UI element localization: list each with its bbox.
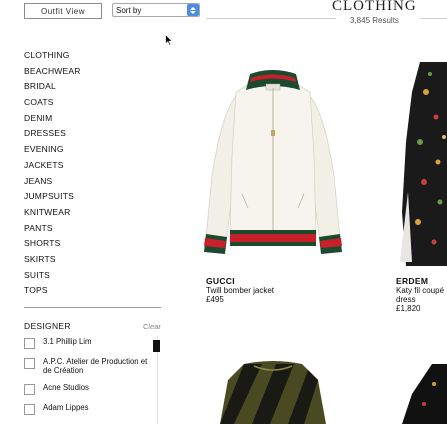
designer-filter-title: DESIGNER [24, 321, 71, 331]
sort-by-select[interactable]: Sort by [112, 3, 200, 17]
category-item-coats[interactable]: COATS [24, 95, 81, 111]
page-title: CLOTHING [332, 0, 417, 14]
category-item-bridal[interactable]: BRIDAL [24, 79, 81, 95]
designer-scrollbar-thumb[interactable] [153, 340, 160, 352]
category-item-jumpsuits[interactable]: JUMPSUITS [24, 189, 81, 205]
select-arrows-icon [187, 4, 199, 16]
category-list: CLOTHING BEACHWEAR BRIDAL COATS DENIM DR… [24, 48, 81, 299]
header-divider [206, 18, 336, 19]
category-item-denim[interactable]: DENIM [24, 111, 81, 127]
product-card-gucci[interactable]: GUCCI Twill bomber jacket £495 [206, 276, 274, 304]
category-item-suits[interactable]: SUITS [24, 268, 81, 284]
product-card-erdem[interactable]: ERDEM Katy fil coupé dress £1,820 [396, 276, 447, 313]
mouse-cursor-icon [165, 34, 173, 46]
product-name: Twill bomber jacket [206, 286, 275, 295]
header-divider-right [420, 18, 447, 19]
product-name: Katy fil coupé dress [396, 286, 445, 304]
designer-label: 3.1 Phillip Lim [43, 337, 92, 346]
sort-by-label: Sort by [116, 5, 142, 15]
product-brand: GUCCI [206, 276, 235, 286]
designer-label: A.P.C. Atelier de Production et de Créat… [43, 357, 148, 375]
designer-checkbox[interactable] [24, 338, 35, 349]
designer-filter-list: 3.1 Phillip Lim A.P.C. Atelier de Produc… [24, 337, 156, 423]
product-brand: ERDEM [396, 276, 429, 286]
product-image-gucci-jacket[interactable] [198, 66, 348, 262]
category-item-shorts[interactable]: SHORTS [24, 236, 81, 252]
sidebar-divider [24, 307, 161, 308]
category-item-skirts[interactable]: SKIRTS [24, 252, 81, 268]
designer-checkbox[interactable] [24, 358, 35, 369]
designer-label: Acne Studios [43, 383, 89, 392]
designer-label: Adam Lippes [43, 403, 89, 412]
designer-option[interactable]: A.P.C. Atelier de Production et de Créat… [24, 357, 156, 375]
category-item-evening[interactable]: EVENING [24, 142, 81, 158]
product-price: £1,820 [396, 304, 421, 313]
designer-option[interactable]: Acne Studios [24, 383, 156, 395]
designer-checkbox[interactable] [24, 384, 35, 395]
product-image-black-dress[interactable] [402, 364, 447, 424]
category-item-pants[interactable]: PANTS [24, 221, 81, 237]
category-item-beachwear[interactable]: BEACHWEAR [24, 64, 81, 80]
outfit-view-button[interactable]: Outfit View [24, 3, 102, 19]
category-item-jackets[interactable]: JACKETS [24, 158, 81, 174]
clear-designer-filter-link[interactable]: Clear [143, 322, 161, 331]
product-image-erdem-dress[interactable] [398, 62, 447, 266]
product-price: £495 [206, 295, 224, 304]
category-item-clothing[interactable]: CLOTHING [24, 48, 81, 64]
result-count: 3,845 Results [350, 16, 399, 25]
category-item-jeans[interactable]: JEANS [24, 174, 81, 190]
designer-checkbox[interactable] [24, 404, 35, 415]
category-item-knitwear[interactable]: KNITWEAR [24, 205, 81, 221]
designer-option[interactable]: Adam Lippes [24, 403, 156, 415]
product-image-sequin-top[interactable] [214, 360, 332, 424]
category-item-dresses[interactable]: DRESSES [24, 126, 81, 142]
designer-option[interactable]: 3.1 Phillip Lim [24, 337, 156, 349]
category-item-tops[interactable]: TOPS [24, 283, 81, 299]
